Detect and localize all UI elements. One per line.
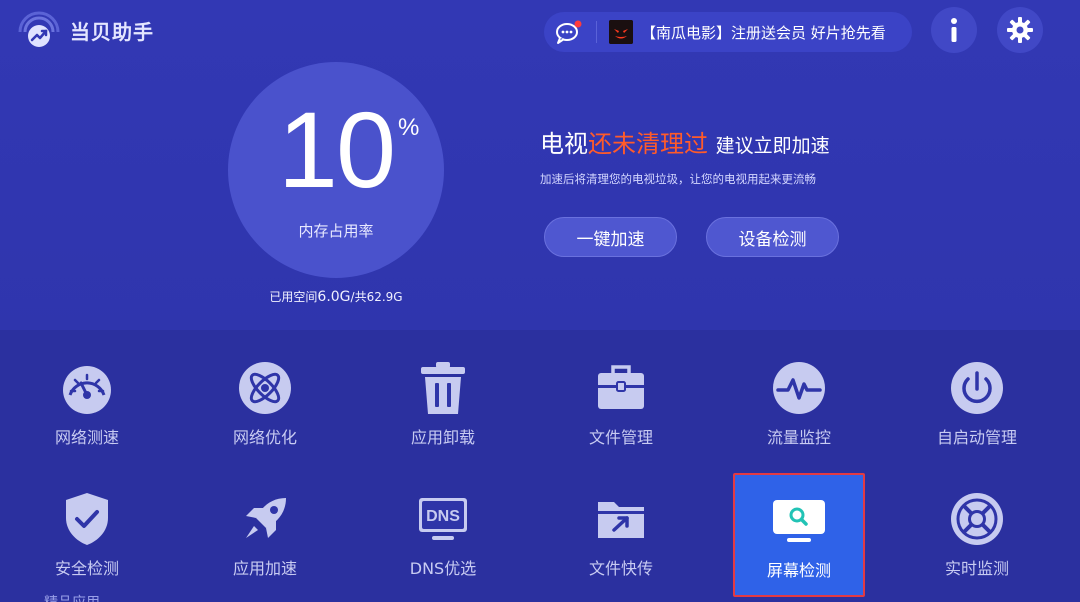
tool-dns-select[interactable]: DNS DNS优选 bbox=[378, 491, 508, 602]
app-brand: 当贝助手 bbox=[16, 8, 154, 52]
storage-total: /共62.9G bbox=[350, 290, 403, 304]
pumpkin-movie-logo bbox=[609, 20, 633, 44]
tool-label: 应用加速 bbox=[232, 559, 297, 578]
percent-sign: % bbox=[398, 114, 420, 141]
tool-label: 网络优化 bbox=[232, 428, 297, 447]
tool-label: 自启动管理 bbox=[936, 428, 1017, 447]
promo-banner[interactable]: 【南瓜电影】注册送会员 好片抢先看 bbox=[544, 12, 912, 52]
tool-screen-check[interactable]: 屏幕检测 bbox=[733, 473, 865, 597]
storage-used: 6.0G bbox=[317, 289, 351, 305]
tool-file-transfer[interactable]: 文件快传 bbox=[556, 491, 686, 602]
tool-label: 流量监控 bbox=[766, 428, 831, 447]
monitor-search-icon bbox=[771, 493, 827, 549]
storage-usage: 已用空间6.0G/共62.9G bbox=[228, 288, 444, 305]
power-icon bbox=[949, 360, 1005, 416]
app-logo-icon bbox=[16, 10, 62, 50]
headline-highlight: 还未清理过 bbox=[588, 130, 708, 158]
info-icon bbox=[951, 18, 957, 42]
settings-button[interactable] bbox=[997, 7, 1043, 53]
pulse-icon bbox=[771, 360, 827, 416]
gear-icon bbox=[1007, 17, 1033, 43]
tool-label: 应用卸载 bbox=[410, 428, 475, 447]
dns-icon-text: DNS bbox=[426, 508, 460, 525]
tool-file-manager[interactable]: 文件管理 bbox=[556, 360, 686, 480]
tool-network-speed[interactable]: 网络测速 bbox=[22, 360, 152, 480]
headline-suffix: 建议立即加速 bbox=[715, 135, 830, 157]
tool-label: 实时监测 bbox=[944, 559, 1009, 578]
tool-label: DNS优选 bbox=[409, 559, 477, 578]
tool-app-boost[interactable]: 应用加速 bbox=[200, 491, 330, 602]
tool-label: 安全检测 bbox=[54, 559, 119, 578]
memory-gauge: 10 % 内存占用率 bbox=[228, 62, 444, 278]
tool-realtime-monitor[interactable]: 实时监测 bbox=[912, 491, 1042, 602]
atom-icon bbox=[237, 360, 293, 416]
memory-label: 内存占用率 bbox=[298, 222, 374, 240]
speedometer-icon bbox=[59, 360, 115, 416]
promo-divider bbox=[596, 21, 597, 43]
tool-label: 文件管理 bbox=[588, 428, 653, 447]
tool-network-optimize[interactable]: 网络优化 bbox=[200, 360, 330, 480]
tool-label: 文件快传 bbox=[588, 559, 653, 578]
tool-label: 屏幕检测 bbox=[766, 561, 831, 580]
folder-transfer-icon bbox=[593, 491, 649, 547]
tool-app-uninstall[interactable]: 应用卸载 bbox=[378, 360, 508, 480]
shield-check-icon bbox=[59, 491, 115, 547]
lifebuoy-icon bbox=[949, 491, 1005, 547]
featured-apps-heading: 精品应用 bbox=[44, 592, 100, 602]
device-check-button[interactable]: 设备检测 bbox=[706, 217, 839, 257]
tool-traffic-monitor[interactable]: 流量监控 bbox=[734, 360, 864, 480]
status-subtitle: 加速后将清理您的电视垃圾，让您的电视用起来更流畅 bbox=[540, 172, 816, 186]
storage-prefix: 已用空间 bbox=[269, 290, 318, 304]
headline-prefix: 电视 bbox=[540, 130, 588, 158]
tool-autostart-manager[interactable]: 自启动管理 bbox=[912, 360, 1042, 480]
rocket-icon bbox=[237, 491, 293, 547]
message-icon bbox=[554, 17, 584, 47]
one-click-boost-button[interactable]: 一键加速 bbox=[544, 217, 677, 257]
toolbox-icon bbox=[593, 360, 649, 416]
tool-security-check[interactable]: 安全检测 bbox=[22, 491, 152, 602]
trash-icon bbox=[415, 360, 471, 416]
info-button[interactable] bbox=[931, 7, 977, 53]
top-panel bbox=[0, 0, 1080, 330]
dns-icon: DNS bbox=[415, 491, 471, 547]
promo-text: 【南瓜电影】注册送会员 好片抢先看 bbox=[641, 23, 886, 42]
memory-percent: 10 bbox=[277, 89, 396, 210]
tool-label: 网络测速 bbox=[54, 428, 119, 447]
app-name: 当贝助手 bbox=[70, 19, 154, 44]
status-headline: 电视还未清理过 建议立即加速 bbox=[540, 124, 830, 159]
